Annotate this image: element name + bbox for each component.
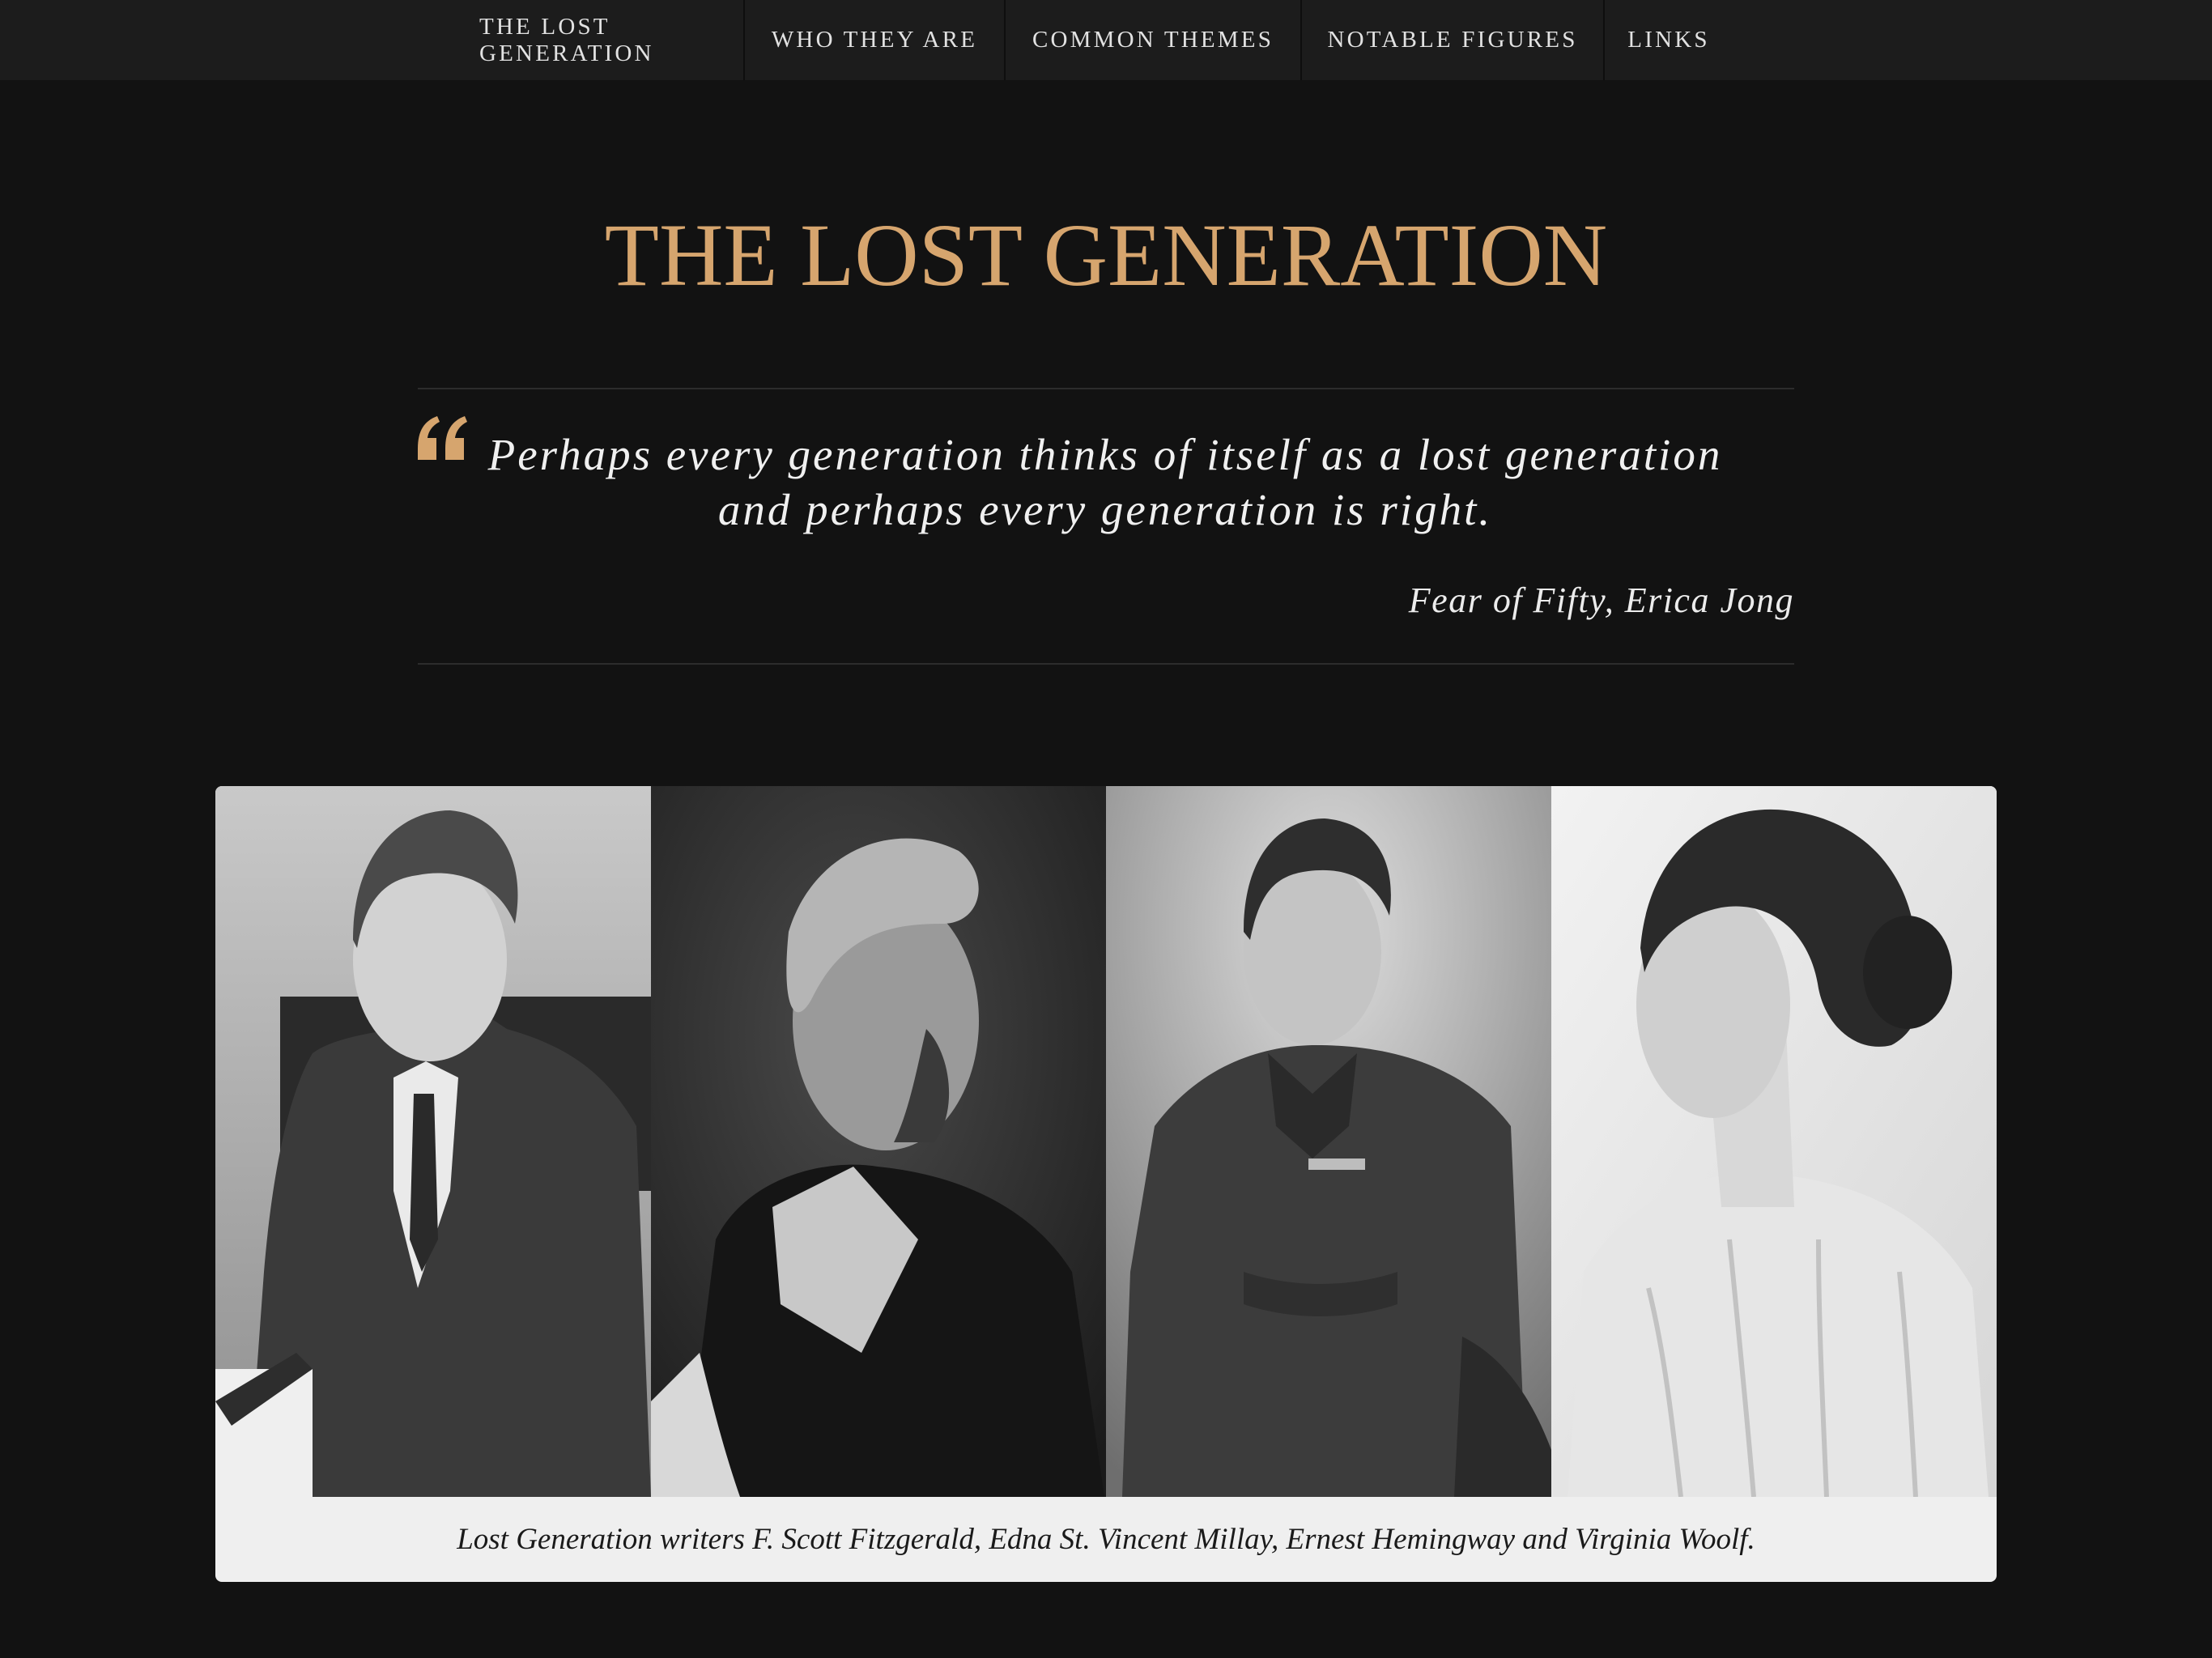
portrait-photo-woolf [1551, 786, 1997, 1497]
quote-text: Perhaps every generation thinks of itsel… [453, 427, 1757, 538]
portrait-photo-fitzgerald [215, 786, 651, 1497]
writers-figure: Lost Generation writers F. Scott Fitzger… [215, 786, 1997, 1582]
writers-photo-collage [215, 786, 1997, 1497]
quote-top-divider [418, 388, 1794, 389]
page-title: THE LOST GENERATION [604, 206, 1608, 304]
top-navigation: THE LOST GENERATION WHO THEY ARE COMMON … [0, 0, 2212, 80]
nav-item-common-themes[interactable]: COMMON THEMES [1006, 0, 1300, 80]
nav-item-the-lost-generation[interactable]: THE LOST GENERATION [479, 0, 743, 80]
nav-item-who-they-are[interactable]: WHO THEY ARE [745, 0, 1004, 80]
quote-bottom-divider [418, 663, 1794, 665]
portrait-photo-hemingway [1106, 786, 1551, 1497]
quote-line-2: and perhaps every generation is right. [717, 485, 1493, 534]
nav-item-links[interactable]: LINKS [1605, 0, 1733, 80]
nav-items: THE LOST GENERATION WHO THEY ARE COMMON … [479, 0, 1733, 80]
quote-attribution: Fear of Fifty, Erica Jong [1408, 580, 1794, 620]
portrait-photo-millay [651, 786, 1106, 1497]
quote-line-1: Perhaps every generation thinks of itsel… [487, 430, 1723, 479]
figure-caption: Lost Generation writers F. Scott Fitzger… [457, 1523, 1755, 1556]
nav-item-notable-figures[interactable]: NOTABLE FIGURES [1302, 0, 1603, 80]
